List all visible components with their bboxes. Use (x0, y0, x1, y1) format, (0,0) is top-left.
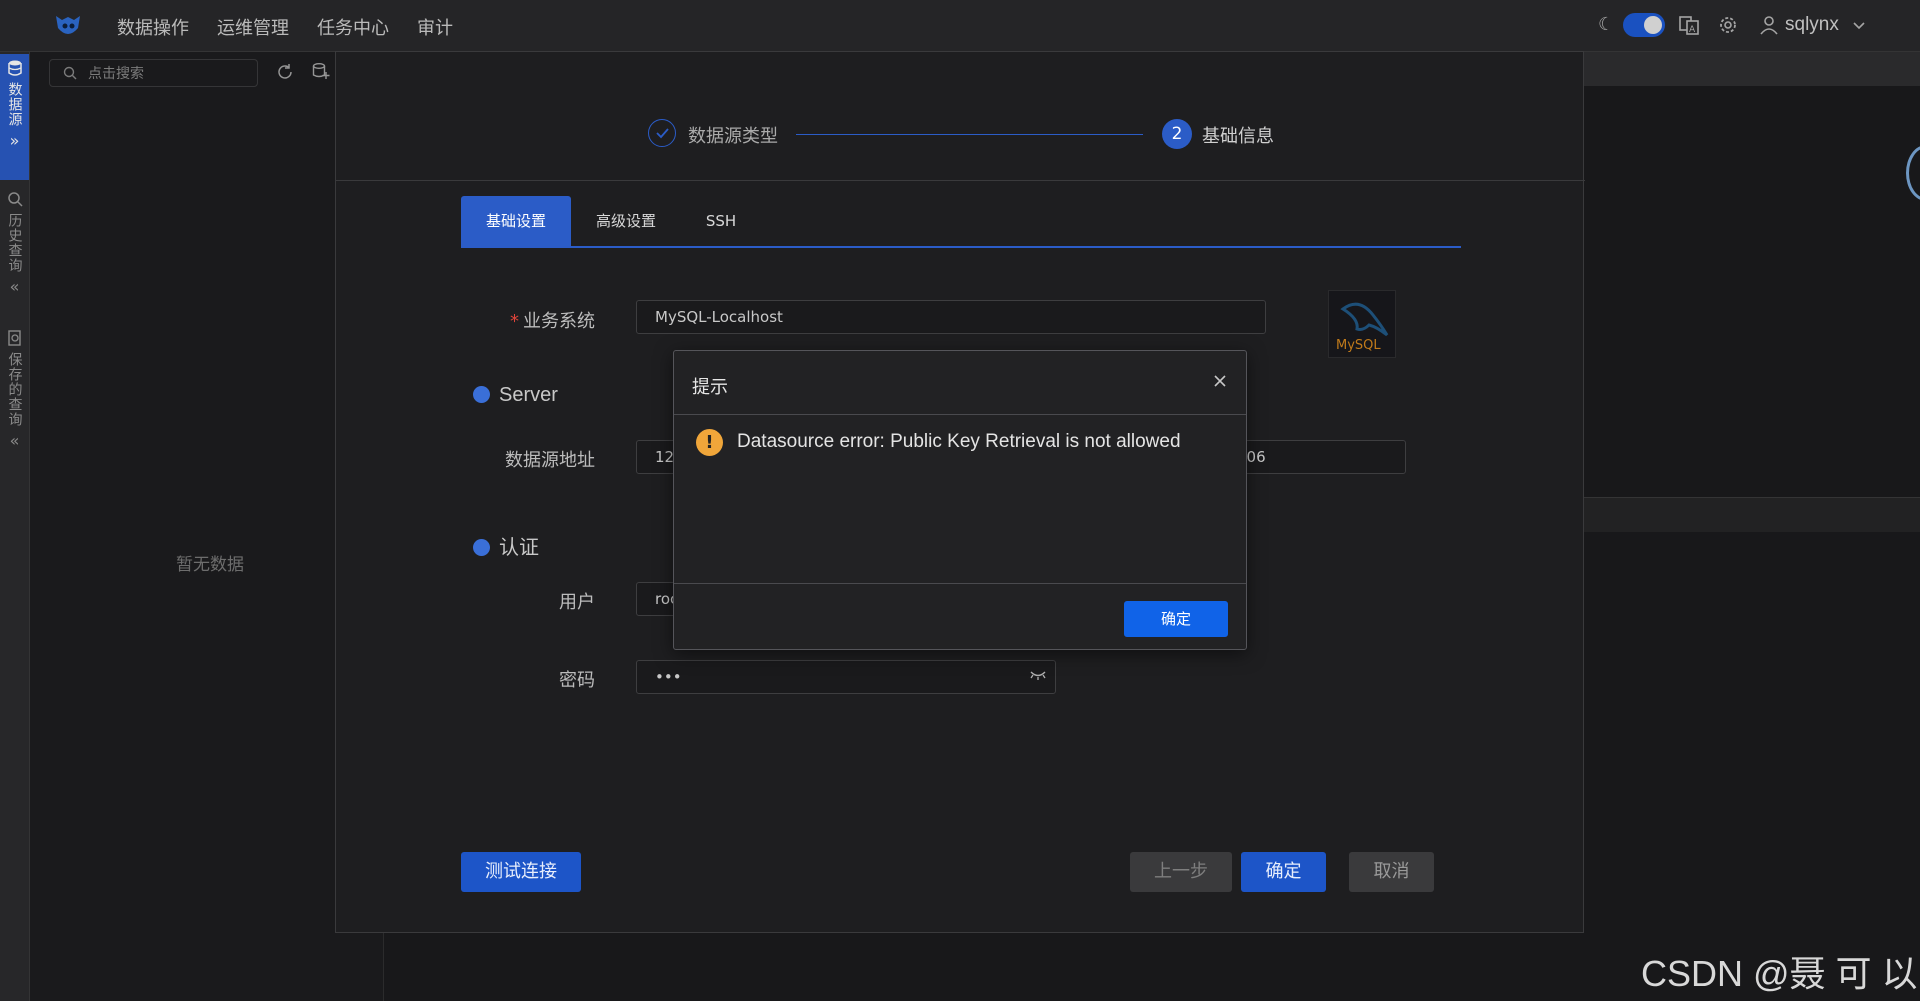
watermark: CSDN @聂 可 以 (1641, 953, 1918, 994)
test-connection-button[interactable]: 测试连接 (461, 852, 581, 892)
system-input[interactable]: MySQL-Localhost (636, 300, 1266, 334)
tab-advanced-settings[interactable]: 高级设置 (571, 196, 681, 246)
server-section-label: Server (499, 384, 558, 406)
step1-label: 数据源类型 (688, 126, 778, 147)
server-section: Server (473, 384, 558, 407)
alert-ok-button[interactable]: 确定 (1124, 601, 1228, 637)
warning-icon: ! (696, 429, 723, 456)
address-label: 数据源地址 (505, 450, 595, 471)
tab-basic-settings[interactable]: 基础设置 (461, 196, 571, 246)
system-label: * 业务系统 (425, 307, 595, 333)
svg-text:MySQL: MySQL (1336, 338, 1381, 353)
eye-closed-icon[interactable] (1029, 661, 1047, 693)
password-value: ••• (655, 668, 682, 686)
alert-divider (674, 414, 1246, 415)
section-dot (473, 386, 490, 403)
auth-section-label: 认证 (499, 537, 539, 559)
step-connector (796, 134, 1143, 135)
error-alert-dialog: 提示 ! Datasource error: Public Key Retrie… (673, 350, 1247, 650)
auth-section: 认证 (473, 531, 539, 560)
confirm-button[interactable]: 确定 (1241, 852, 1326, 892)
user-label: 用户 (559, 592, 595, 613)
section-dot (473, 539, 490, 556)
alert-title: 提示 (692, 377, 728, 398)
password-label: 密码 (559, 670, 595, 691)
wizard-tabs: 基础设置 高级设置 SSH (461, 196, 1461, 248)
required-mark: * (510, 311, 519, 332)
step-done-check-icon (648, 119, 676, 147)
system-label-text: 业务系统 (523, 311, 595, 332)
password-input[interactable]: ••• (636, 660, 1056, 694)
alert-message: Datasource error: Public Key Retrieval i… (737, 431, 1181, 452)
tab-ssh[interactable]: SSH (681, 196, 761, 246)
alert-divider (674, 583, 1246, 584)
wizard-steps: 数据源类型 2 基础信息 (336, 52, 1585, 181)
close-icon[interactable] (1212, 373, 1228, 393)
previous-step-button[interactable]: 上一步 (1130, 852, 1232, 892)
cancel-button[interactable]: 取消 (1349, 852, 1434, 892)
mysql-logo-icon: MySQL (1328, 290, 1396, 358)
address-value: 12 (655, 448, 675, 466)
step2-number: 2 (1162, 119, 1192, 149)
step2-label: 基础信息 (1202, 126, 1274, 147)
